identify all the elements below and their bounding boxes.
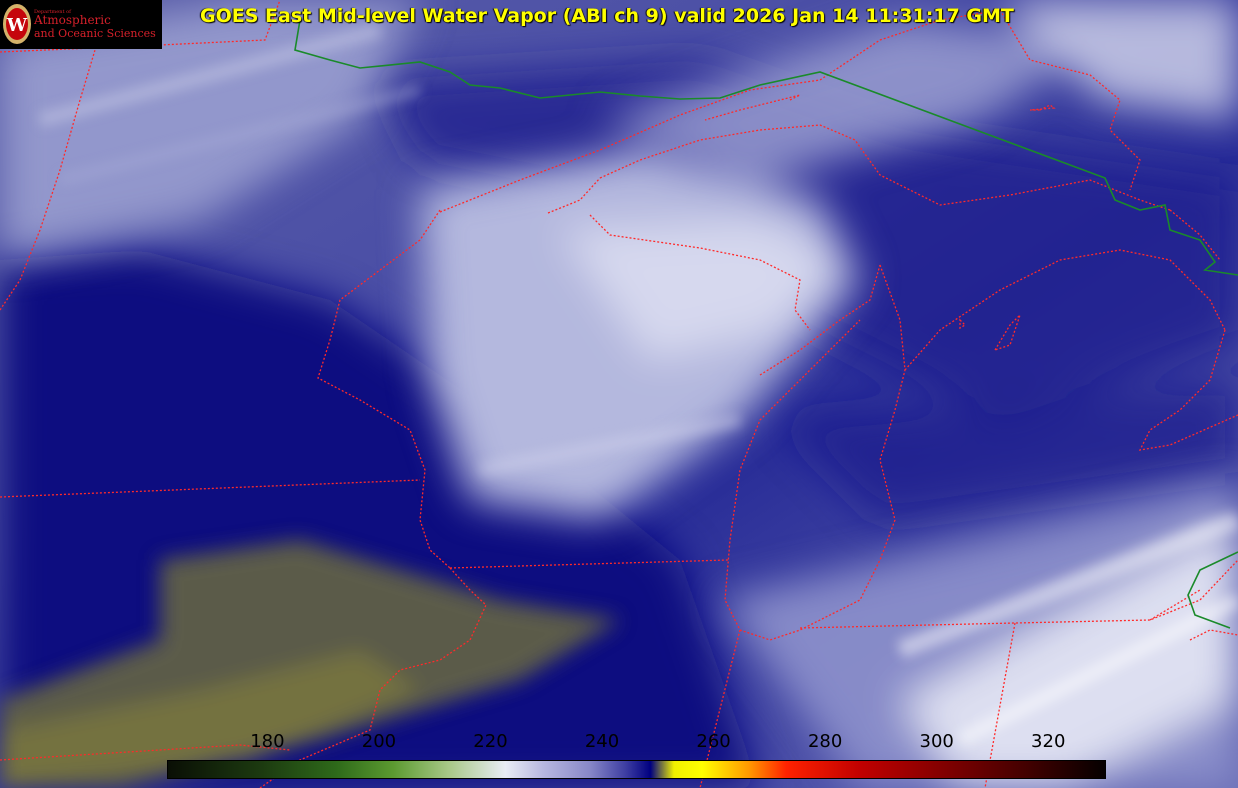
uw-seal-icon: W <box>3 4 31 44</box>
map-title: GOES East Mid-level Water Vapor (ABI ch … <box>200 5 1014 27</box>
colorbar-tick-220: 220 <box>473 731 508 752</box>
svg-text:W: W <box>6 15 28 36</box>
colorbar-tick-180: 180 <box>250 731 285 752</box>
aos-logo[interactable]: W Department of Atmospheric and Oceanic … <box>0 0 162 49</box>
colorbar-tick-260: 260 <box>696 731 731 752</box>
colorbar-tick-300: 300 <box>919 731 954 752</box>
logo-line-1: Atmospheric <box>34 13 111 27</box>
temperature-colorbar <box>167 760 1106 779</box>
colorbar-tick-280: 280 <box>807 731 843 752</box>
logo-line-2: and Oceanic Sciences <box>34 27 156 40</box>
water-vapor-satellite-map <box>0 0 1238 788</box>
colorbar-tick-240: 240 <box>584 731 620 752</box>
colorbar-tick-200: 200 <box>361 731 397 752</box>
colorbar-tick-320: 320 <box>1031 731 1066 752</box>
